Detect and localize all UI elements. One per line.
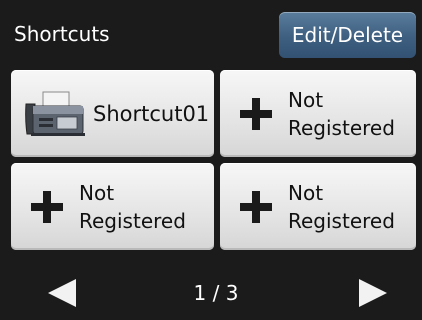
shortcuts-screen: Shortcuts Edit/Delete Shortcut01 Not Reg…	[0, 0, 422, 320]
left-arrow-icon[interactable]	[46, 277, 78, 309]
plus-icon	[31, 190, 63, 223]
page-title: Shortcuts	[14, 22, 110, 46]
header-bar: Shortcuts Edit/Delete	[0, 0, 422, 64]
shortcut-tile-3[interactable]: Not Registered	[11, 163, 214, 250]
shortcut-label: Not Registered	[288, 180, 395, 233]
right-arrow-icon[interactable]	[357, 277, 389, 309]
shortcut-tile-4[interactable]: Not Registered	[220, 163, 416, 250]
shortcut-tile-2[interactable]: Not Registered	[220, 70, 416, 157]
plus-icon	[240, 190, 272, 223]
edit-delete-button[interactable]: Edit/Delete	[279, 12, 416, 58]
page-indicator: 1 / 3	[193, 281, 239, 305]
shortcut-label: Not Registered	[79, 180, 186, 233]
pager-bar: 1 / 3	[0, 262, 422, 320]
shortcut-tile-1[interactable]: Shortcut01	[11, 70, 214, 157]
fax-machine-icon	[25, 91, 85, 136]
shortcut-label: Shortcut01	[93, 101, 210, 126]
shortcut-label: Not Registered	[288, 87, 395, 140]
plus-icon	[240, 97, 272, 130]
